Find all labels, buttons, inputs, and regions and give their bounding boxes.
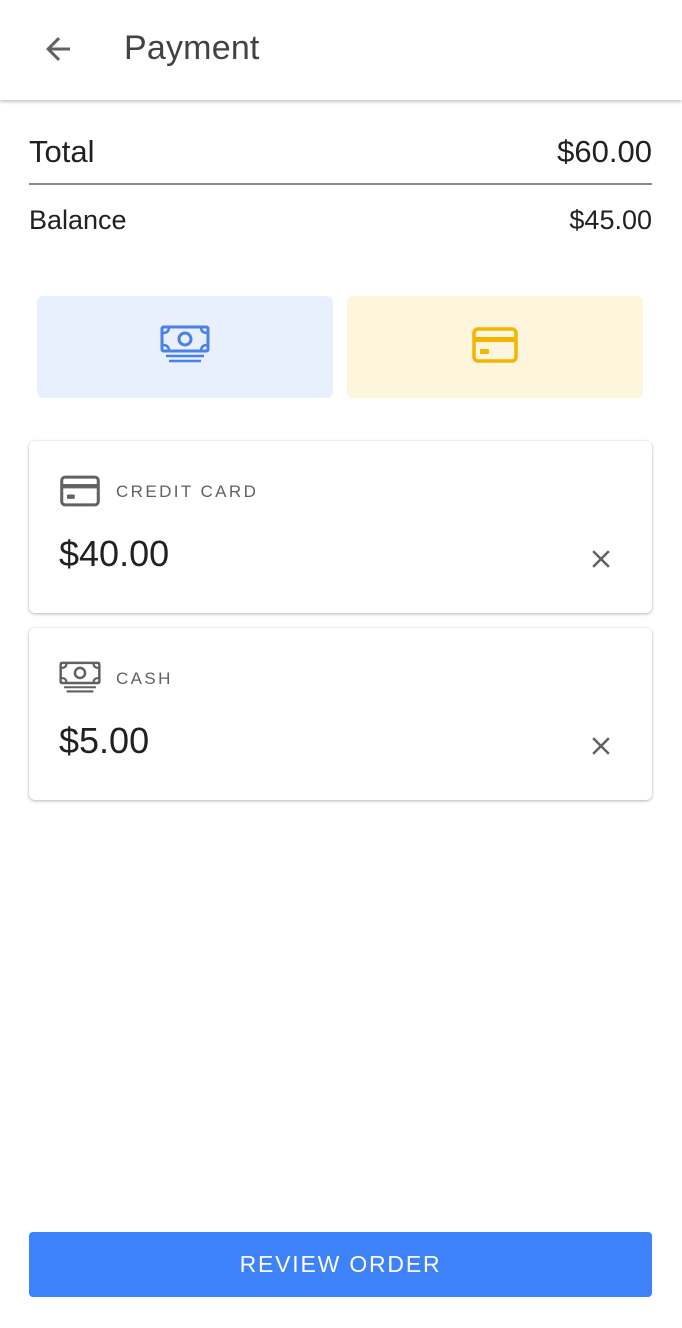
review-order-button[interactable]: REVIEW ORDER <box>29 1232 652 1297</box>
payment-type-label: CASH <box>116 669 173 688</box>
add-cash-button[interactable] <box>37 296 333 398</box>
total-label: Total <box>29 134 95 169</box>
page-title: Payment <box>124 29 260 67</box>
cash-icon <box>59 660 101 696</box>
payment-card-credit: CREDIT CARD $40.00 <box>29 441 652 613</box>
summary-divider <box>29 183 652 185</box>
remove-payment-button[interactable] <box>581 541 621 581</box>
back-button[interactable] <box>28 24 88 78</box>
payment-amount: $40.00 <box>59 533 170 574</box>
close-icon <box>586 731 616 766</box>
remove-payment-button[interactable] <box>581 728 621 768</box>
credit-card-icon <box>472 326 518 368</box>
balance-label: Balance <box>29 204 127 235</box>
add-card-button[interactable] <box>347 296 643 398</box>
app-bar: Payment <box>0 0 682 100</box>
credit-card-icon <box>59 473 101 509</box>
balance-value: $45.00 <box>569 204 652 235</box>
payment-amount: $5.00 <box>59 720 150 761</box>
cash-icon <box>160 325 210 370</box>
payment-card-cash: CASH $5.00 <box>29 628 652 800</box>
payment-type-label: CREDIT CARD <box>116 482 259 501</box>
arrow-left-icon <box>40 31 76 72</box>
balance-row: Balance $45.00 <box>29 202 652 238</box>
total-row: Total $60.00 <box>29 132 652 172</box>
total-value: $60.00 <box>557 134 652 169</box>
close-icon <box>586 544 616 579</box>
payment-screen: Payment Total $60.00 Balance $45.00 CRED… <box>0 0 682 1328</box>
